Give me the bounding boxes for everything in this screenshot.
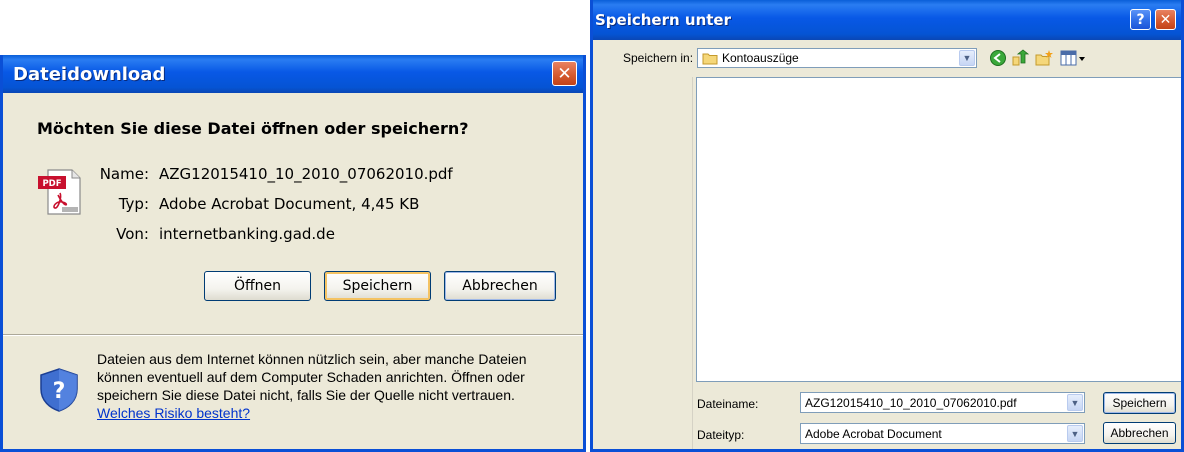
chevron-down-icon[interactable]: ▼: [959, 50, 975, 66]
help-button[interactable]: ?: [1130, 9, 1151, 30]
download-dialog-titlebar[interactable]: Dateidownload ✕: [3, 55, 583, 93]
save-in-combobox[interactable]: Kontoauszüge ▼: [697, 48, 977, 68]
save-button-label: Speichern: [342, 278, 413, 294]
from-value: internetbanking.gad.de: [159, 225, 335, 243]
cancel-button[interactable]: Abbrechen: [1103, 422, 1176, 444]
name-value: AZG12015410_10_2010_07062010.pdf: [159, 165, 453, 183]
type-label: Typ:: [118, 195, 149, 213]
svg-text:?: ?: [53, 379, 66, 404]
filename-value: AZG12015410_10_2010_07062010.pdf: [805, 395, 1017, 410]
download-question: Möchten Sie diese Datei öffnen oder spei…: [37, 119, 469, 138]
up-folder-icon[interactable]: [1011, 49, 1029, 67]
save-button-label: Speichern: [1112, 396, 1167, 410]
filename-label: Dateiname:: [697, 397, 759, 411]
chevron-down-icon[interactable]: ▼: [1067, 394, 1083, 411]
close-button[interactable]: ✕: [1155, 9, 1176, 30]
cancel-button[interactable]: Abbrechen: [444, 271, 556, 301]
folder-icon: [702, 53, 718, 64]
chevron-down-icon[interactable]: ▼: [1067, 425, 1083, 442]
save-button[interactable]: Speichern: [324, 271, 431, 301]
risk-link[interactable]: Welches Risiko besteht?: [97, 405, 250, 421]
cancel-button-label: Abbrechen: [462, 278, 538, 294]
save-in-value: Kontoauszüge: [722, 51, 799, 65]
from-label: Von:: [116, 225, 149, 243]
filetype-select[interactable]: Adobe Acrobat Document ▼: [800, 423, 1085, 444]
back-icon[interactable]: [989, 49, 1007, 67]
places-bar[interactable]: [593, 77, 693, 449]
close-button[interactable]: ✕: [552, 61, 577, 86]
filetype-value: Adobe Acrobat Document: [805, 426, 942, 441]
view-menu-icon[interactable]: [1060, 49, 1086, 67]
save-as-titlebar[interactable]: Speichern unter ? ✕: [593, 0, 1181, 40]
save-button[interactable]: Speichern: [1103, 392, 1176, 414]
new-folder-icon[interactable]: [1035, 49, 1053, 67]
open-button-label: Öffnen: [233, 278, 282, 294]
save-as-dialog: Speichern unter ? ✕ Speichern in: Kontoa…: [590, 0, 1184, 452]
divider: [3, 334, 583, 336]
close-icon: ✕: [557, 63, 572, 84]
security-shield-icon: ?: [40, 368, 78, 412]
type-value: Adobe Acrobat Document, 4,45 KB: [159, 195, 420, 213]
download-dialog-title: Dateidownload: [13, 63, 166, 85]
name-label: Name:: [99, 165, 149, 183]
download-dialog: Dateidownload ✕ Möchten Sie diese Datei …: [0, 55, 586, 452]
save-as-title: Speichern unter: [595, 11, 731, 29]
file-info: Name: AZG12015410_10_2010_07062010.pdf T…: [3, 165, 583, 255]
file-list[interactable]: [696, 77, 1181, 382]
cancel-button-label: Abbrechen: [1110, 426, 1169, 440]
close-icon: ✕: [1159, 11, 1172, 28]
warning-message: Dateien aus dem Internet können nützlich…: [97, 351, 527, 403]
open-button[interactable]: Öffnen: [204, 271, 311, 301]
help-icon: ?: [1136, 11, 1145, 28]
warning-text: Dateien aus dem Internet können nützlich…: [97, 350, 557, 422]
filename-input[interactable]: AZG12015410_10_2010_07062010.pdf ▼: [800, 392, 1085, 413]
filetype-label: Dateityp:: [697, 428, 745, 442]
save-in-label: Speichern in:: [623, 51, 694, 65]
